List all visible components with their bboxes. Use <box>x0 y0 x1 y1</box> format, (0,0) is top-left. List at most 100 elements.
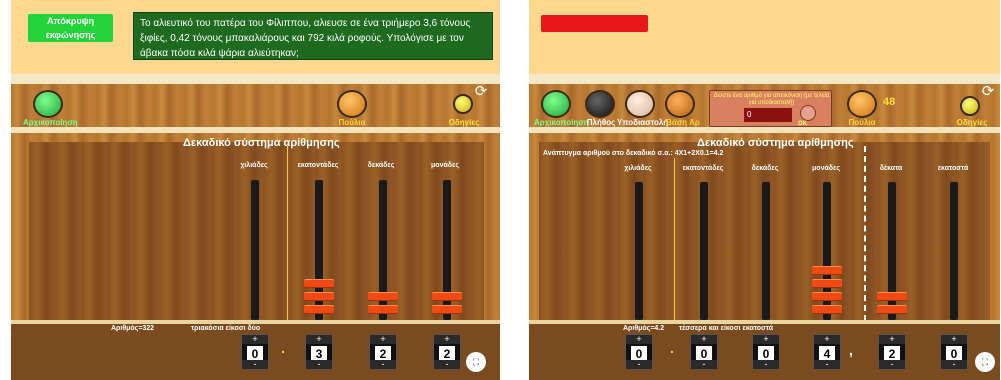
decimal-separator-line <box>864 146 866 321</box>
abacus-bead[interactable] <box>812 279 842 288</box>
wheel-up-icon[interactable]: + <box>691 335 717 344</box>
start-knob[interactable] <box>33 90 63 118</box>
wheel-up-icon[interactable]: + <box>814 335 840 344</box>
column-label-tens: δεκάδες <box>751 165 779 172</box>
abacus-bead[interactable] <box>368 292 398 301</box>
abacus-bead[interactable] <box>304 305 334 314</box>
pool-knob[interactable] <box>337 90 367 118</box>
wheel-down-icon[interactable]: - <box>814 360 840 369</box>
refresh-icon[interactable]: ⟳ <box>473 84 489 100</box>
digit-wheel-tens[interactable]: +0- <box>752 334 780 370</box>
wheel-up-icon[interactable]: + <box>242 335 268 344</box>
pool-label: Πούλια <box>848 118 876 127</box>
rod-thousands[interactable] <box>251 180 259 320</box>
digit-wheel-units[interactable]: +4- <box>813 334 841 370</box>
pool-count: 48 <box>883 96 896 108</box>
digit-wheel-tenths[interactable]: +2- <box>878 334 906 370</box>
wheel-up-icon[interactable]: + <box>753 335 779 344</box>
wheel-up-icon[interactable]: + <box>941 335 967 344</box>
subtraction-knob[interactable] <box>625 90 655 118</box>
separator-dot: . <box>670 340 674 356</box>
pool-knob[interactable] <box>847 90 877 118</box>
column-label-tenths: δέκατα <box>879 165 903 172</box>
pool-label: Πούλια <box>338 118 366 127</box>
digit-wheel-thousands[interactable]: +0- <box>241 334 269 370</box>
digit-wheel-thousands[interactable]: +0- <box>625 334 653 370</box>
rod-hundreds[interactable] <box>700 182 708 320</box>
base-knob[interactable] <box>665 90 695 118</box>
shelf-top <box>529 127 1000 133</box>
count-knob[interactable] <box>585 90 615 118</box>
ok-button[interactable] <box>800 105 816 121</box>
left-abacus-panel: Απόκρυψη εκφώνησης Το αλιευτικό του πατέ… <box>11 0 500 380</box>
abacus-bead[interactable] <box>812 266 842 275</box>
start-label: Αρχικοποίηση <box>534 118 589 127</box>
hide-narration-button[interactable]: Απόκρυψη εκφώνησης <box>28 14 113 42</box>
instructions-knob[interactable] <box>960 96 980 116</box>
abacus-bead[interactable] <box>812 305 842 314</box>
wheel-up-icon[interactable]: + <box>306 335 332 344</box>
abacus-bead[interactable] <box>304 292 334 301</box>
count-label: Πλήθος <box>586 118 616 127</box>
system-title: Δεκαδικό σύστημα αρίθμησης <box>697 137 854 149</box>
divider-line <box>287 146 288 321</box>
digit-wheel-hundreds[interactable]: +0- <box>690 334 718 370</box>
rod-tens[interactable] <box>762 182 770 320</box>
abacus-bead[interactable] <box>432 292 462 301</box>
refresh-icon[interactable]: ⟳ <box>980 84 996 100</box>
abacus-bead[interactable] <box>877 305 907 314</box>
digit-wheel-units[interactable]: +2- <box>433 334 461 370</box>
number-words: τριακόσια είκοσι δύο <box>191 325 261 332</box>
number-prompt: Δώστε ένα αριθμό για απεικόνιση (με τελε… <box>709 90 832 127</box>
wheel-up-icon[interactable]: + <box>370 335 396 344</box>
abacus-bead[interactable] <box>304 279 334 288</box>
start-knob[interactable] <box>541 90 571 118</box>
system-title: Δεκαδικό σύστημα αρίθμησης <box>183 137 340 149</box>
wheel-up-icon[interactable]: + <box>626 335 652 344</box>
prompt-text: Δώστε ένα αριθμό για απεικόνιση (με τελε… <box>713 93 830 106</box>
instructions-label: Οδηγίες <box>448 118 480 127</box>
number-words: τέσσερα και είκοσι εκατοστά <box>679 325 774 332</box>
digit-wheel-tens[interactable]: +2- <box>369 334 397 370</box>
column-label-hundreds: εκατοντάδες <box>297 162 339 169</box>
question-text: Το αλιευτικό του πατέρα του Φίλιππου, αλ… <box>133 12 493 60</box>
subtraction-label: Υποδιαστολή <box>617 118 669 127</box>
number-input[interactable]: 0 <box>744 108 792 122</box>
abacus-bead[interactable] <box>368 305 398 314</box>
abacus-bead[interactable] <box>812 292 842 301</box>
wheel-up-icon[interactable]: + <box>434 335 460 344</box>
cream-strip <box>11 74 500 84</box>
digit-wheel-hundreds[interactable]: +3- <box>305 334 333 370</box>
wheel-down-icon[interactable]: - <box>370 360 396 369</box>
wheel-down-icon[interactable]: - <box>753 360 779 369</box>
right-abacus-panel: Αρχικοποίηση Πλήθος Υποδιαστολή Βάση Αρ … <box>529 0 1000 380</box>
column-label-thousands: χιλιάδες <box>624 165 652 172</box>
wheel-up-icon[interactable]: + <box>879 335 905 344</box>
wheel-down-icon[interactable]: - <box>879 360 905 369</box>
column-label-units: μονάδες <box>431 162 459 169</box>
digit-wheel-hundredths[interactable]: +0- <box>940 334 968 370</box>
column-label-units: μονάδες <box>812 165 840 172</box>
decimal-comma: , <box>849 342 853 358</box>
abacus-bead[interactable] <box>877 292 907 301</box>
start-label: Αρχικοποίηση <box>23 118 78 127</box>
column-label-hundredths: εκατοστά <box>937 165 969 172</box>
abacus-bead[interactable] <box>432 305 462 314</box>
wheel-down-icon[interactable]: - <box>306 360 332 369</box>
wheel-down-icon[interactable]: - <box>242 360 268 369</box>
wheel-down-icon[interactable]: - <box>434 360 460 369</box>
instructions-knob[interactable] <box>453 94 473 114</box>
top-banner <box>529 0 1000 74</box>
column-label-tens: δεκάδες <box>367 162 395 169</box>
rod-thousands[interactable] <box>635 182 643 320</box>
fullscreen-icon[interactable]: ⛶ <box>466 352 486 372</box>
wheel-down-icon[interactable]: - <box>941 360 967 369</box>
divider-line <box>674 158 675 321</box>
red-status-bar <box>541 15 648 32</box>
fullscreen-icon[interactable]: ⛶ <box>975 352 995 372</box>
rod-hundredths[interactable] <box>950 182 958 320</box>
number-readout: Αριθμός=4.2 <box>623 325 665 332</box>
wheel-down-icon[interactable]: - <box>626 360 652 369</box>
wheel-down-icon[interactable]: - <box>691 360 717 369</box>
instructions-label: Οδηγίες <box>956 118 988 127</box>
